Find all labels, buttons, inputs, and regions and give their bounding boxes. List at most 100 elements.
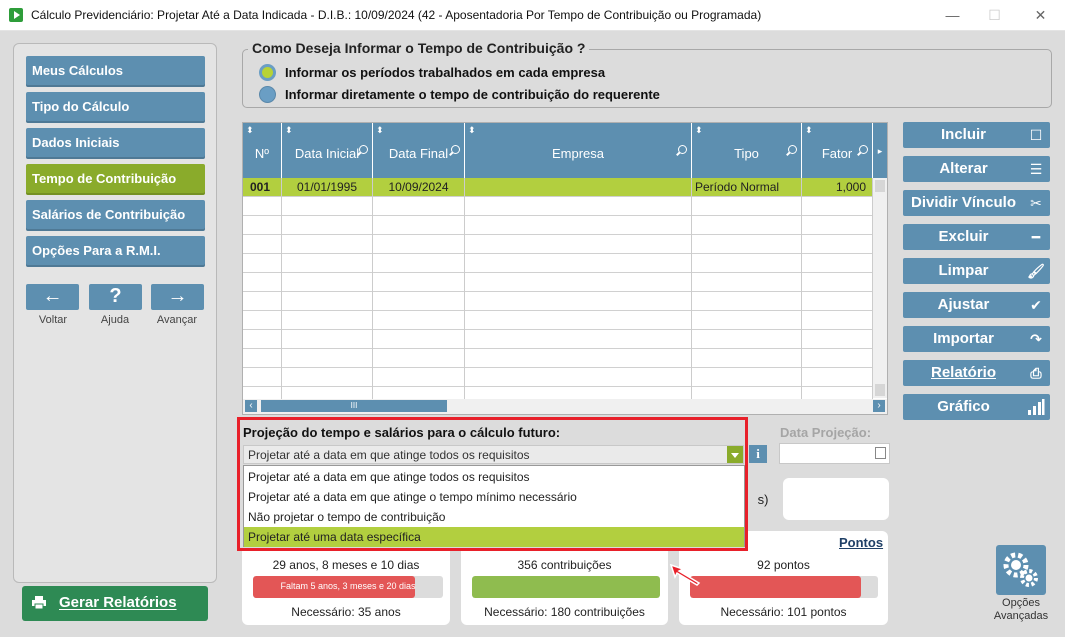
search-icon[interactable] xyxy=(359,145,368,154)
projection-panel: Projeção do tempo e salários para o cálc… xyxy=(237,417,748,551)
opcoes-avancadas-line1: Opções xyxy=(1002,597,1040,609)
excluir-button[interactable]: Excluir ━ xyxy=(903,224,1050,250)
projection-dropdown-list: Projetar até a data em que atinge todos … xyxy=(243,465,745,547)
data-projecao-input[interactable] xyxy=(779,443,890,464)
table-cell-empty xyxy=(243,254,282,273)
table-cell-empty xyxy=(692,292,802,311)
scroll-thumb-h[interactable]: III xyxy=(261,400,447,412)
relatorio-button[interactable]: Relatório ⎙ xyxy=(903,360,1050,386)
maximize-button[interactable]: ☐ xyxy=(972,0,1017,31)
table-cell-empty xyxy=(692,254,802,273)
forward-button[interactable]: → xyxy=(151,284,204,310)
search-icon[interactable] xyxy=(678,145,687,154)
pontos-title[interactable]: Pontos xyxy=(839,535,883,550)
help-button[interactable]: ? xyxy=(89,284,142,310)
col-data-inicial[interactable]: ⬍ Data Inicial xyxy=(282,123,373,178)
table-cell-empty xyxy=(802,235,873,254)
incluir-button[interactable]: Incluir ☐ xyxy=(903,122,1050,148)
radio-periodos[interactable] xyxy=(259,64,276,81)
opcoes-avancadas-label: Opções Avançadas xyxy=(981,597,1061,623)
scissors-icon: ✂ xyxy=(1030,195,1042,211)
sidebar-item-meus-calculos[interactable]: Meus Cálculos xyxy=(26,56,205,87)
radio-direto[interactable] xyxy=(259,86,276,103)
printer-icon: ⎙ xyxy=(1030,365,1042,381)
printer-icon xyxy=(32,596,46,609)
tempo-progress-bar: Faltam 5 anos, 3 meses e 20 dias xyxy=(253,576,443,598)
horizontal-scrollbar[interactable]: ‹ III › xyxy=(243,399,887,414)
search-icon[interactable] xyxy=(451,145,460,154)
cell-num: 001 xyxy=(243,178,282,197)
table-row-empty[interactable] xyxy=(243,368,873,387)
table-cell-empty xyxy=(692,311,802,330)
sidebar-item-salarios-de-contribuicao[interactable]: Salários de Contribuição xyxy=(26,200,205,231)
table-row-empty[interactable] xyxy=(243,197,873,216)
projection-option-specific[interactable]: Projetar até uma data específica xyxy=(244,527,744,547)
ajustar-button[interactable]: Ajustar ✔ xyxy=(903,292,1050,318)
dividir-vinculo-label: Dividir Vínculo xyxy=(910,194,1016,211)
table-row-empty[interactable] xyxy=(243,311,873,330)
chevron-down-icon[interactable] xyxy=(727,446,743,463)
window-title: Cálculo Previdenciário: Projetar Até a D… xyxy=(31,8,762,22)
gerar-relatorios-button[interactable]: Gerar Relatórios xyxy=(22,586,208,621)
scroll-down[interactable] xyxy=(875,384,885,396)
content-area: Informar os períodos trabalhados em cada… xyxy=(229,31,1065,637)
col-fator[interactable]: ⬍ Fator xyxy=(802,123,873,178)
col-num[interactable]: ⬍ Nº xyxy=(243,123,282,178)
dividir-vinculo-button[interactable]: Dividir Vínculo ✂ xyxy=(903,190,1050,216)
minimize-button[interactable]: — xyxy=(930,0,975,31)
cell-type: Período Normal xyxy=(692,178,802,197)
table-cell-empty xyxy=(243,216,282,235)
table-row-empty[interactable] xyxy=(243,349,873,368)
table-cell-empty xyxy=(243,311,282,330)
cell-company xyxy=(465,178,692,197)
excluir-label: Excluir xyxy=(938,228,989,245)
table-row-empty[interactable] xyxy=(243,292,873,311)
vertical-scrollbar[interactable] xyxy=(873,178,887,398)
projection-option-none[interactable]: Não projetar o tempo de contribuição xyxy=(244,507,744,527)
importar-button[interactable]: Importar ↷ xyxy=(903,326,1050,352)
col-data-final[interactable]: ⬍ Data Final xyxy=(373,123,465,178)
incluir-label: Incluir xyxy=(940,126,986,143)
limpar-button[interactable]: Limpar 🖌 xyxy=(903,258,1050,284)
close-button[interactable]: ✕ xyxy=(1018,0,1063,31)
sidebar-item-tipo-do-calculo[interactable]: Tipo do Cálculo xyxy=(26,92,205,123)
opcoes-avancadas-button[interactable] xyxy=(996,545,1046,595)
table-row[interactable]: 001 01/01/1995 10/09/2024 Período Normal… xyxy=(243,178,873,197)
table-row-empty[interactable] xyxy=(243,235,873,254)
grafico-button[interactable]: Gráfico xyxy=(903,394,1050,420)
forward-label: Avançar xyxy=(156,314,198,326)
table-cell-empty xyxy=(282,273,373,292)
search-icon[interactable] xyxy=(788,145,797,154)
info-button[interactable]: i xyxy=(749,445,767,463)
gears-icon xyxy=(1003,552,1038,587)
table-row-empty[interactable] xyxy=(243,330,873,349)
table-cell-empty xyxy=(243,235,282,254)
projection-option-all[interactable]: Projetar até a data em que atinge todos … xyxy=(244,467,744,487)
col-empresa[interactable]: ⬍ Empresa xyxy=(465,123,692,178)
table-cell-empty xyxy=(373,254,465,273)
scroll-thumb[interactable] xyxy=(875,180,885,192)
table-row-empty[interactable] xyxy=(243,254,873,273)
brush-icon: 🖌 xyxy=(1027,263,1045,279)
scroll-left[interactable]: ‹ xyxy=(245,400,257,412)
alterar-button[interactable]: Alterar ☰ xyxy=(903,156,1050,182)
contribution-mode-group: Informar os períodos trabalhados em cada… xyxy=(242,49,1052,108)
table-row-empty[interactable] xyxy=(243,273,873,292)
table-cell-empty xyxy=(692,330,802,349)
col-more[interactable]: ▸ xyxy=(873,123,887,178)
scroll-right[interactable]: › xyxy=(873,400,885,412)
projection-select[interactable]: Projetar até a data em que atinge todos … xyxy=(243,445,744,464)
projection-option-min[interactable]: Projetar até a data em que atinge o temp… xyxy=(244,487,744,507)
sidebar-item-opcoes-rmi[interactable]: Opções Para a R.M.I. xyxy=(26,236,205,267)
col-tipo[interactable]: ⬍ Tipo xyxy=(692,123,802,178)
sort-icon: ⬍ xyxy=(805,125,813,135)
table-row-empty[interactable] xyxy=(243,216,873,235)
table-cell-empty xyxy=(802,254,873,273)
calendar-icon[interactable] xyxy=(875,447,886,459)
sidebar-item-dados-iniciais[interactable]: Dados Iniciais xyxy=(26,128,205,159)
search-icon[interactable] xyxy=(859,145,868,154)
table-cell-empty xyxy=(282,292,373,311)
table-cell-empty xyxy=(802,349,873,368)
back-button[interactable]: ← xyxy=(26,284,79,310)
sidebar-item-tempo-de-contribuicao[interactable]: Tempo de Contribuição xyxy=(26,164,205,195)
